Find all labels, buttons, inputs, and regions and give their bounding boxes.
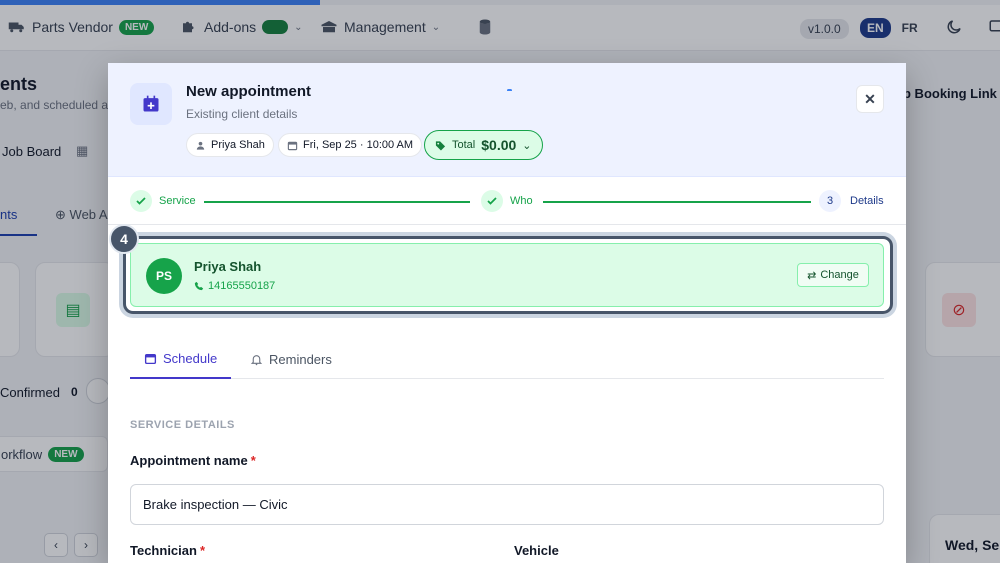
vehicle-label: Vehicle <box>514 543 559 558</box>
required-mark: * <box>199 543 206 558</box>
step-connector <box>204 201 470 203</box>
calendar-icon <box>144 354 157 365</box>
bell-icon <box>250 355 263 366</box>
tab-reminders-label: Reminders <box>269 352 332 367</box>
avatar: PS <box>146 258 182 294</box>
datetime-chip-label: Fri, Sep 25 · 10:00 AM <box>303 139 414 151</box>
modal-tabs: Schedule Reminders <box>130 340 884 379</box>
calendar-plus-icon <box>130 83 172 125</box>
change-client-label: Change <box>820 269 859 281</box>
technician-label: Technician * <box>130 543 205 558</box>
tab-reminders[interactable]: Reminders <box>250 340 332 379</box>
total-value: $0.00 <box>481 137 517 153</box>
modal-title: New appointment <box>186 83 312 100</box>
tag-icon <box>435 140 446 151</box>
client-phone: 14165550187 <box>208 280 276 292</box>
step-progress: Service Who 3 Details <box>108 178 906 225</box>
client-chip: Priya Shah <box>186 133 274 157</box>
total-label: Total <box>452 139 476 151</box>
swap-icon: ⇄ <box>807 269 817 282</box>
tab-schedule-label: Schedule <box>163 351 218 366</box>
technician-label-text: Technician <box>130 543 197 558</box>
modal-header: New appointment Existing client details … <box>108 63 906 177</box>
modal-subtitle: Existing client details <box>186 107 298 121</box>
step-connector <box>543 201 811 203</box>
appointment-name-input[interactable] <box>130 484 884 525</box>
client-name: Priya Shah <box>194 259 262 274</box>
step-service[interactable]: Service <box>159 195 196 207</box>
required-mark: * <box>250 453 256 468</box>
client-phone-row: 14165550187 <box>194 280 275 292</box>
client-chip-label: Priya Shah <box>211 139 265 151</box>
check-icon <box>481 190 503 212</box>
close-button[interactable]: ✕ <box>856 85 884 113</box>
selected-client-card: PS Priya Shah 14165550187 ⇄ Change <box>130 243 884 307</box>
appointment-name-label: Appointment name * <box>130 453 256 468</box>
tab-schedule[interactable]: Schedule <box>130 340 232 379</box>
step-details-number: 3 <box>819 190 841 212</box>
datetime-chip: Fri, Sep 25 · 10:00 AM <box>278 133 423 157</box>
section-label: SERVICE DETAILS <box>130 419 235 431</box>
calendar-icon <box>287 141 298 150</box>
chevron-down-icon: ⌄ <box>522 139 532 152</box>
loading-spinner-icon <box>507 89 512 92</box>
appointment-name-label-text: Appointment name <box>130 453 248 468</box>
user-icon <box>196 141 205 150</box>
check-icon <box>130 190 152 212</box>
total-chip[interactable]: Total $0.00 ⌄ <box>424 130 543 160</box>
change-client-button[interactable]: ⇄ Change <box>797 263 869 287</box>
step-details[interactable]: Details <box>850 195 884 207</box>
step-who[interactable]: Who <box>510 195 533 207</box>
new-appointment-modal: New appointment Existing client details … <box>108 63 906 563</box>
phone-icon <box>194 281 204 291</box>
tour-step-marker: 4 <box>109 224 139 254</box>
